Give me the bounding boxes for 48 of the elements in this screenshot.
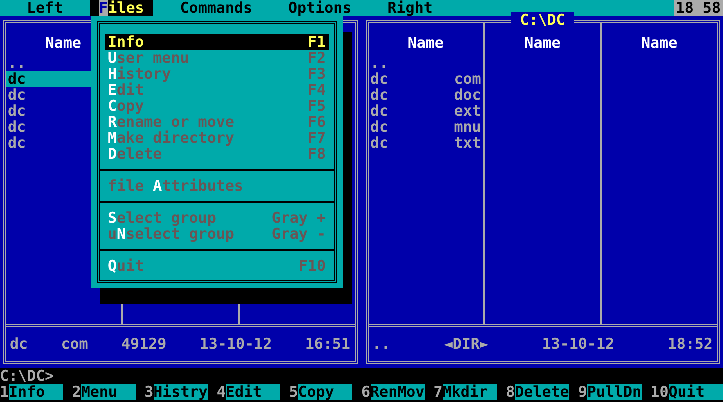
key-number: 6 xyxy=(361,384,371,400)
status-text: 13-10-12 xyxy=(542,336,615,352)
status-text: 49129 xyxy=(122,336,167,352)
status-text: 16:51 xyxy=(305,336,350,352)
panel-path: C:\DC xyxy=(511,12,574,28)
menu-item[interactable]: Right xyxy=(378,0,442,16)
key-number: 9 xyxy=(578,384,588,400)
function-key[interactable]: Menu xyxy=(81,384,136,400)
function-key[interactable]: Mkdir xyxy=(442,384,498,400)
key-number: 1 xyxy=(0,384,10,400)
menu-item[interactable]: Files xyxy=(90,0,154,16)
file-row[interactable]: dc mnu xyxy=(368,119,484,135)
command-prompt[interactable]: C:\DC> xyxy=(0,367,54,385)
column-heading: Name xyxy=(524,34,561,52)
file-row[interactable]: .. xyxy=(368,55,484,71)
function-key[interactable]: PullDn xyxy=(587,384,642,400)
column-heading: Name xyxy=(45,34,82,52)
file-row[interactable]: dc doc xyxy=(368,87,484,103)
function-key[interactable]: Delete xyxy=(515,384,570,400)
status-text: com xyxy=(61,336,88,352)
column-heading: Name xyxy=(408,34,444,52)
function-key[interactable]: Edit xyxy=(226,384,280,400)
function-key[interactable]: RenMov xyxy=(370,384,425,400)
function-key[interactable]: Quit xyxy=(668,384,723,400)
function-key[interactable]: Info xyxy=(9,384,64,400)
function-key[interactable]: Histry xyxy=(154,384,208,400)
status-text: .. xyxy=(372,336,391,352)
key-number: 4 xyxy=(216,384,226,400)
status-text: 13-10-12 xyxy=(200,336,272,352)
key-number: 2 xyxy=(72,384,82,400)
key-number: 8 xyxy=(506,384,516,400)
clock: 18 58 xyxy=(674,0,723,16)
status-text: ◄DIR► xyxy=(444,336,489,352)
file-row[interactable]: dc txt xyxy=(368,135,484,151)
menu-item[interactable]: Options xyxy=(280,0,361,16)
menu-entry[interactable]: Info F1 xyxy=(105,34,329,50)
file-row[interactable]: dc com xyxy=(368,71,484,87)
key-number: 7 xyxy=(434,384,443,400)
key-number: 3 xyxy=(144,384,154,400)
function-key[interactable]: Copy xyxy=(298,384,352,400)
status-text: 18:52 xyxy=(668,336,713,352)
key-number: 5 xyxy=(289,384,298,400)
column-heading: Name xyxy=(642,34,678,52)
key-number: 10 xyxy=(650,384,669,400)
status-text: dc xyxy=(10,336,28,352)
menu-item[interactable]: Left xyxy=(18,0,72,16)
menu-item[interactable]: Commands xyxy=(171,0,262,16)
file-row[interactable]: dc ext xyxy=(368,103,484,119)
